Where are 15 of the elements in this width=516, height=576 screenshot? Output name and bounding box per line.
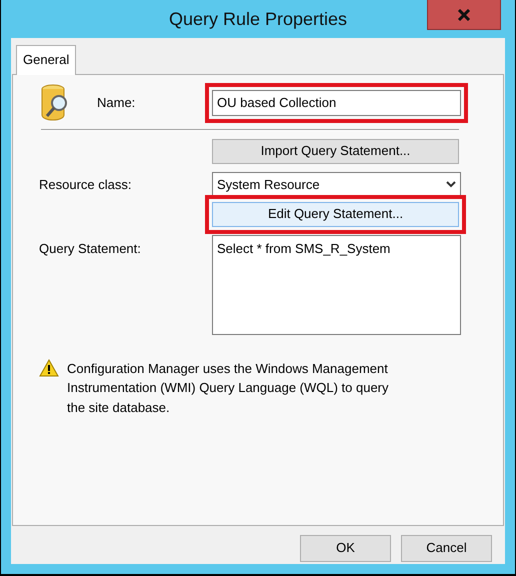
warning-icon: [39, 358, 59, 376]
import-query-button[interactable]: Import Query Statement...: [212, 138, 459, 164]
cancel-button[interactable]: Cancel: [401, 534, 492, 562]
window-title: Query Rule Properties: [168, 8, 348, 31]
resource-class-dropdown[interactable]: System Resource: [212, 172, 461, 198]
tab[interactable]: General: [16, 45, 76, 74]
query-statement-box[interactable]: Select * from SMS_R_System: [212, 234, 461, 334]
close-button[interactable]: [427, 0, 501, 30]
close-icon: [457, 8, 471, 20]
chevron-down-icon: [446, 181, 456, 188]
resource-class-label: Resource class:: [39, 176, 132, 194]
name-label: Name:: [97, 94, 136, 112]
ok-button[interactable]: OK: [300, 534, 391, 562]
warning-message: Configuration Manager uses the Windows Management Instrumentation (WMI) Query Language (WQL) to query the site database.: [67, 360, 390, 416]
query-statement-label: Query Statement:: [39, 240, 142, 258]
